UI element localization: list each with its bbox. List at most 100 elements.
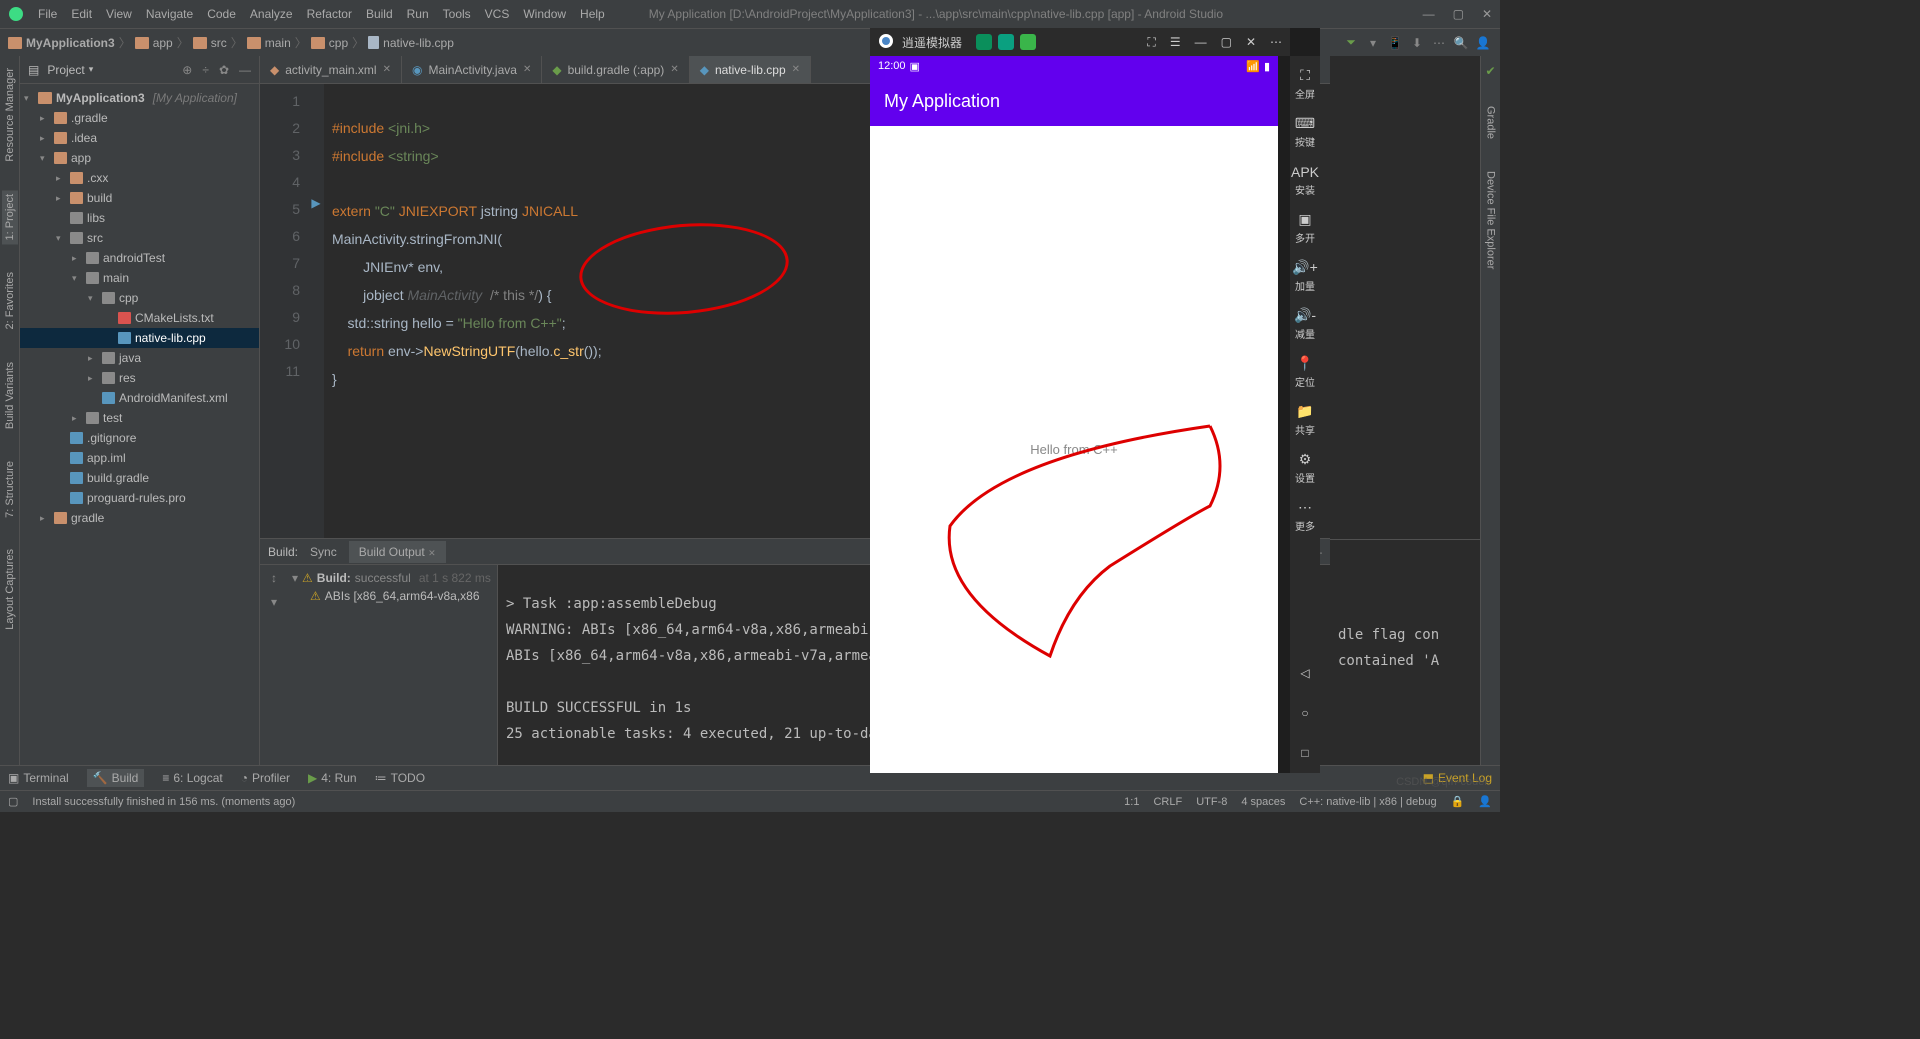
bottom-profiler[interactable]: ◔ Profiler bbox=[241, 771, 290, 785]
emulator-titlebar[interactable]: 逍遥模拟器 ⛶ ☰ — ▢ ✕ ⋯ bbox=[870, 28, 1290, 56]
bottom-build[interactable]: 🔨 Build bbox=[87, 769, 145, 787]
collapse-icon[interactable]: ▾ bbox=[271, 595, 277, 609]
menu-refactor[interactable]: Refactor bbox=[307, 7, 352, 21]
crumb-cpp[interactable]: cpp bbox=[311, 36, 348, 50]
gutter-gradle[interactable]: Gradle bbox=[1483, 102, 1499, 143]
build-tab-output[interactable]: Build Output ✕ bbox=[349, 541, 446, 563]
project-collapse-icon[interactable]: ÷ bbox=[202, 63, 209, 77]
status-square-icon[interactable]: ▢ bbox=[8, 795, 18, 808]
emu-maximize-icon[interactable]: ▢ bbox=[1221, 35, 1232, 50]
toolbar-run-config-icon[interactable]: ▾ bbox=[1364, 34, 1382, 52]
emu-side-button[interactable]: 📁共享 bbox=[1291, 398, 1319, 442]
project-settings-icon[interactable]: ✿ bbox=[219, 63, 229, 77]
tree-row[interactable]: ▾app bbox=[20, 148, 259, 168]
menu-tools[interactable]: Tools bbox=[443, 7, 471, 21]
crumb-root[interactable]: MyApplication3 bbox=[8, 36, 115, 50]
emu-menu-icon[interactable]: ☰ bbox=[1170, 35, 1181, 50]
emulator-screen[interactable]: 12:00 ▣ 📶 ▮ My Application Hello from C+… bbox=[870, 56, 1278, 773]
tab-native-lib[interactable]: ◆native-lib.cpp✕ bbox=[690, 56, 811, 83]
tree-row[interactable]: CMakeLists.txt bbox=[20, 308, 259, 328]
menu-file[interactable]: File bbox=[38, 7, 57, 21]
emu-dot3-icon[interactable] bbox=[1020, 34, 1036, 50]
menu-run[interactable]: Run bbox=[407, 7, 429, 21]
menu-analyze[interactable]: Analyze bbox=[250, 7, 293, 21]
tab-activity-main[interactable]: ◆activity_main.xml✕ bbox=[260, 56, 402, 83]
tree-root[interactable]: ▾ MyApplication3[My Application] bbox=[20, 88, 259, 108]
emu-dot1-icon[interactable] bbox=[976, 34, 992, 50]
status-context[interactable]: C++: native-lib | x86 | debug bbox=[1299, 796, 1436, 808]
emu-close-icon[interactable]: ✕ bbox=[1246, 35, 1256, 50]
project-hide-icon[interactable]: — bbox=[239, 63, 251, 77]
tree-row[interactable]: ▸.cxx bbox=[20, 168, 259, 188]
emu-side-button[interactable]: APK安装 bbox=[1291, 158, 1319, 202]
minimize-icon[interactable]: — bbox=[1423, 7, 1435, 21]
tab-close-icon[interactable]: ✕ bbox=[523, 64, 531, 75]
toolbar-search-icon[interactable]: 🔍 bbox=[1452, 34, 1470, 52]
tree-row[interactable]: libs bbox=[20, 208, 259, 228]
emu-side-button[interactable]: 🔊-减量 bbox=[1291, 302, 1319, 346]
gutter-build-variants[interactable]: Build Variants bbox=[2, 358, 18, 433]
bottom-todo[interactable]: ≔ TODO bbox=[375, 771, 425, 785]
tree-row[interactable]: ▸res bbox=[20, 368, 259, 388]
emu-dot2-icon[interactable] bbox=[998, 34, 1014, 50]
tree-row[interactable]: app.iml bbox=[20, 448, 259, 468]
tab-close-icon[interactable]: ✕ bbox=[792, 64, 800, 75]
status-indent[interactable]: 4 spaces bbox=[1241, 796, 1285, 808]
run-gutter-icon[interactable]: ▶ bbox=[308, 196, 324, 223]
gutter-favorites[interactable]: 2: Favorites bbox=[2, 268, 18, 333]
status-person-icon[interactable]: 👤 bbox=[1478, 795, 1492, 808]
project-tree[interactable]: ▾ MyApplication3[My Application] ▸.gradl… bbox=[20, 84, 259, 765]
menu-window[interactable]: Window bbox=[523, 7, 566, 21]
build-tab-sync[interactable]: Sync bbox=[300, 541, 347, 563]
project-view-selector[interactable]: Project ▾ bbox=[47, 63, 93, 77]
nav-back-icon[interactable]: ◁ bbox=[1300, 666, 1309, 680]
gutter-layout-captures[interactable]: Layout Captures bbox=[2, 545, 18, 634]
nav-home-icon[interactable]: ○ bbox=[1301, 706, 1308, 720]
tree-row[interactable]: ▸.idea bbox=[20, 128, 259, 148]
tree-row[interactable]: ▸test bbox=[20, 408, 259, 428]
emu-side-button[interactable]: ⚙设置 bbox=[1291, 446, 1319, 490]
menu-help[interactable]: Help bbox=[580, 7, 605, 21]
tree-row[interactable]: build.gradle bbox=[20, 468, 259, 488]
emu-side-button[interactable]: ▣多开 bbox=[1291, 206, 1319, 250]
bottom-run[interactable]: ▶ 4: Run bbox=[308, 771, 357, 785]
emu-side-button[interactable]: 🔊+加量 bbox=[1291, 254, 1319, 298]
toolbar-avd-icon[interactable]: 📱 bbox=[1386, 34, 1404, 52]
toolbar-more-icon[interactable]: ⋯ bbox=[1430, 34, 1448, 52]
tree-row[interactable]: ▸build bbox=[20, 188, 259, 208]
emu-side-button[interactable]: 📍定位 bbox=[1291, 350, 1319, 394]
status-lock-icon[interactable]: 🔒 bbox=[1451, 795, 1465, 808]
gutter-project[interactable]: 1: Project bbox=[2, 190, 18, 244]
menu-vcs[interactable]: VCS bbox=[485, 7, 510, 21]
tree-row[interactable]: ▸androidTest bbox=[20, 248, 259, 268]
tree-row[interactable]: ▾src bbox=[20, 228, 259, 248]
bottom-terminal[interactable]: ▣ Terminal bbox=[8, 771, 69, 785]
emu-side-button[interactable]: ⌨按键 bbox=[1291, 110, 1319, 154]
emu-more-icon[interactable]: ⋯ bbox=[1270, 35, 1282, 50]
bottom-logcat[interactable]: ≡ 6: Logcat bbox=[162, 771, 222, 785]
crumb-app[interactable]: app bbox=[135, 36, 173, 50]
toolbar-sync-icon[interactable]: ⏷ bbox=[1342, 34, 1360, 52]
maximize-icon[interactable]: ▢ bbox=[1453, 7, 1464, 21]
crumb-file[interactable]: native-lib.cpp bbox=[368, 36, 454, 50]
gutter-resource-manager[interactable]: Resource Manager bbox=[2, 64, 18, 166]
tab-build-gradle[interactable]: ◆build.gradle (:app)✕ bbox=[542, 56, 689, 83]
tree-row[interactable]: native-lib.cpp bbox=[20, 328, 259, 348]
tree-row[interactable]: ▸gradle bbox=[20, 508, 259, 528]
toolbar-profile-icon[interactable]: 👤 bbox=[1474, 34, 1492, 52]
menu-code[interactable]: Code bbox=[207, 7, 236, 21]
tree-row[interactable]: ▸java bbox=[20, 348, 259, 368]
emu-appwindow-icon[interactable]: ⛶ bbox=[1147, 35, 1155, 50]
build-tree[interactable]: ▾ ⚠ Build: successful at 1 s 822 ms ⚠ AB… bbox=[288, 565, 498, 765]
status-encoding[interactable]: UTF-8 bbox=[1196, 796, 1227, 808]
status-eol[interactable]: CRLF bbox=[1153, 796, 1182, 808]
tree-row[interactable]: ▾cpp bbox=[20, 288, 259, 308]
tab-close-icon[interactable]: ✕ bbox=[383, 64, 391, 75]
tree-row[interactable]: ▸.gradle bbox=[20, 108, 259, 128]
tree-row[interactable]: ▾main bbox=[20, 268, 259, 288]
gutter-device-explorer[interactable]: Device File Explorer bbox=[1483, 167, 1499, 273]
tree-row[interactable]: .gitignore bbox=[20, 428, 259, 448]
tree-row[interactable]: proguard-rules.pro bbox=[20, 488, 259, 508]
status-position[interactable]: 1:1 bbox=[1124, 796, 1139, 808]
nav-recent-icon[interactable]: □ bbox=[1301, 746, 1308, 760]
